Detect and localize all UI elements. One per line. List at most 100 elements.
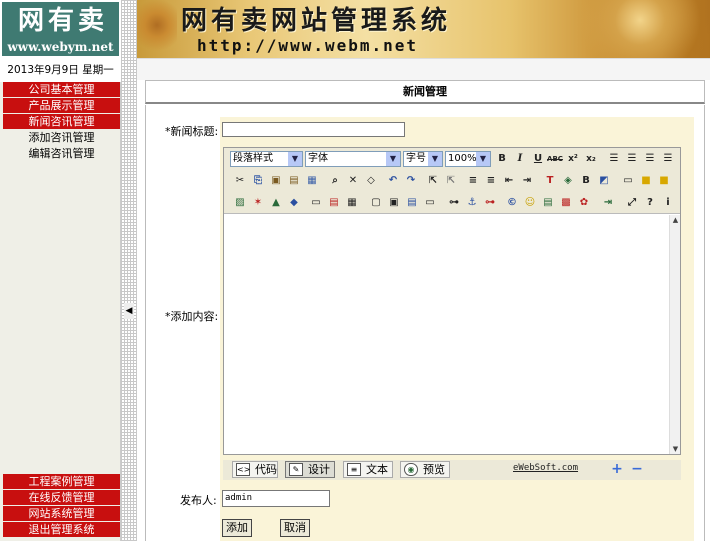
undo-icon[interactable]: ↶ xyxy=(385,173,401,189)
unselect-icon[interactable]: ⇱ xyxy=(443,173,459,189)
underline-icon[interactable]: U xyxy=(530,151,546,167)
cut-icon[interactable]: ✂ xyxy=(232,173,248,189)
mode-preview-button[interactable]: ◉ 预览 xyxy=(400,461,450,478)
design-icon: ✎ xyxy=(289,463,303,476)
stamp-icon[interactable]: ✿ xyxy=(576,195,592,211)
subscript-icon[interactable]: x₂ xyxy=(583,151,599,167)
sidebar-item-projects[interactable]: 工程案例管理 xyxy=(3,474,120,490)
collapse-arrow-icon[interactable]: ◀ xyxy=(124,303,134,319)
editor-brand-link[interactable]: eWebSoft.com xyxy=(513,463,578,473)
mode-code-button[interactable]: <> 代码 xyxy=(232,461,278,478)
sidebar-collapse-strip[interactable] xyxy=(121,58,137,541)
ordered-list-icon[interactable]: ≡ xyxy=(465,173,481,189)
paragraph-style-select[interactable]: 段落样式 ▼ xyxy=(230,151,303,167)
frame-icon[interactable]: ▢ xyxy=(368,195,384,211)
banner-decoration-left xyxy=(137,0,177,58)
editor-content-area[interactable] xyxy=(224,215,669,454)
fullscreen-icon[interactable]: ⤢ xyxy=(624,195,640,211)
align-center-icon[interactable]: ☰ xyxy=(624,151,640,167)
bold-icon[interactable]: B xyxy=(494,151,510,167)
chevron-down-icon: ▼ xyxy=(428,152,442,166)
link-icon[interactable]: ⊶ xyxy=(446,195,462,211)
align-justify-icon[interactable]: ☰ xyxy=(660,151,676,167)
help-icon[interactable]: ? xyxy=(642,195,658,211)
italic-icon[interactable]: I xyxy=(512,151,528,167)
indent-icon[interactable]: ⇥ xyxy=(519,173,535,189)
font-color-icon[interactable]: T xyxy=(542,173,558,189)
sidebar-item-logout[interactable]: 退出管理系统 xyxy=(3,522,120,538)
zoom-select[interactable]: 100% ▼ xyxy=(445,151,491,167)
paste-icon[interactable]: ▣ xyxy=(268,173,284,189)
marquee-icon[interactable]: ▤ xyxy=(404,195,420,211)
clear-format-icon[interactable]: ◩ xyxy=(596,173,612,189)
excel-icon[interactable]: ▩ xyxy=(558,195,574,211)
special-char-icon[interactable]: © xyxy=(504,195,520,211)
anchor-icon[interactable]: ⚓ xyxy=(464,195,480,211)
table-icon[interactable]: ▭ xyxy=(308,195,324,211)
add-button[interactable]: 添加 xyxy=(222,519,252,537)
chevron-down-icon: ▼ xyxy=(386,152,400,166)
note-icon[interactable]: ■ xyxy=(656,173,672,189)
media-icon[interactable]: ▲ xyxy=(268,195,284,211)
sidebar-subitem-edit-news[interactable]: 编辑咨讯管理 xyxy=(3,146,120,162)
select-all-icon[interactable]: ⇱ xyxy=(425,173,441,189)
strikethrough-icon[interactable]: ABC xyxy=(547,151,563,167)
paste-word-icon[interactable]: ▦ xyxy=(304,173,320,189)
sidebar-item-feedback[interactable]: 在线反馈管理 xyxy=(3,490,120,506)
scroll-down-icon[interactable]: ▼ xyxy=(670,444,681,454)
expand-icon[interactable]: + xyxy=(610,462,624,476)
scroll-up-icon[interactable]: ▲ xyxy=(670,215,681,225)
news-title-input[interactable] xyxy=(222,122,405,137)
sidebar-subitem-add-news[interactable]: 添加咨讯管理 xyxy=(3,130,120,146)
superscript-icon[interactable]: x² xyxy=(565,151,581,167)
find-icon[interactable]: ⌕ xyxy=(327,173,343,189)
mode-design-button[interactable]: ✎ 设计 xyxy=(285,461,335,478)
sidebar-item-company[interactable]: 公司基本管理 xyxy=(3,82,120,98)
mode-preview-label: 预览 xyxy=(423,463,445,476)
background-color-icon[interactable]: ◈ xyxy=(560,173,576,189)
copy-icon[interactable]: ⎘ xyxy=(250,173,266,189)
flash-icon[interactable]: ✶ xyxy=(250,195,266,211)
cancel-button[interactable]: 取消 xyxy=(280,519,310,537)
paste-text-icon[interactable]: ▤ xyxy=(286,173,302,189)
logo-url: www.webym.net xyxy=(7,40,114,54)
font-size-select[interactable]: 字号 ▼ xyxy=(403,151,443,167)
eraser-icon[interactable]: ◇ xyxy=(363,173,379,189)
mode-text-button[interactable]: ≡ 文本 xyxy=(343,461,393,478)
emoticon-icon[interactable]: ☺ xyxy=(522,195,538,211)
file-icon[interactable]: ◆ xyxy=(286,195,302,211)
main-top-strip xyxy=(137,58,710,80)
rich-text-editor: 段落样式 ▼ 字体 ▼ 字号 ▼ 100% ▼ B I U ABC x² x₂ … xyxy=(223,147,681,455)
publisher-input[interactable]: admin xyxy=(222,490,330,507)
shrink-icon[interactable]: − xyxy=(630,462,644,476)
import-icon[interactable]: ⇥ xyxy=(600,195,616,211)
iframe-icon[interactable]: ▣ xyxy=(386,195,402,211)
editor-toolbar-row-2: ✂ ⎘ ▣ ▤ ▦ ⌕ ✕ ◇ ↶ ↷ ⇱ ⇱ ≡ ≡ ⇤ ⇥ T ◈ B ◩ … xyxy=(224,170,680,192)
editor-scrollbar[interactable]: ▲ ▼ xyxy=(669,215,680,454)
image-icon[interactable]: ▨ xyxy=(232,195,248,211)
delete-icon[interactable]: ✕ xyxy=(345,173,361,189)
insert-row-icon[interactable]: ▤ xyxy=(326,195,342,211)
about-icon[interactable]: i xyxy=(660,195,676,211)
font-name-select[interactable]: 字体 ▼ xyxy=(305,151,401,167)
redo-icon[interactable]: ↷ xyxy=(403,173,419,189)
sidebar-item-products[interactable]: 产品展示管理 xyxy=(3,98,120,114)
outdent-icon[interactable]: ⇤ xyxy=(501,173,517,189)
title-label: *新闻标题: xyxy=(165,125,219,138)
paragraph-format-icon[interactable]: B xyxy=(578,173,594,189)
sidebar-item-news[interactable]: 新闻咨讯管理 xyxy=(3,114,120,130)
sidebar-item-system[interactable]: 网站系统管理 xyxy=(3,506,120,522)
page-break-icon[interactable]: ▭ xyxy=(620,173,636,189)
unlink-icon[interactable]: ⊶ xyxy=(482,195,498,211)
align-left-icon[interactable]: ☰ xyxy=(606,151,622,167)
insert-column-icon[interactable]: ▦ xyxy=(344,195,360,211)
unordered-list-icon[interactable]: ≡ xyxy=(483,173,499,189)
comment-icon[interactable]: ■ xyxy=(638,173,654,189)
chevron-down-icon: ▼ xyxy=(476,152,490,166)
banner-title: 网有卖网站管理系统 xyxy=(181,6,452,36)
font-name-value: 字体 xyxy=(308,153,328,164)
align-right-icon[interactable]: ☰ xyxy=(642,151,658,167)
content-label: *添加内容: xyxy=(165,310,219,323)
date-icon[interactable]: ▤ xyxy=(540,195,556,211)
form-field-icon[interactable]: ▭ xyxy=(422,195,438,211)
